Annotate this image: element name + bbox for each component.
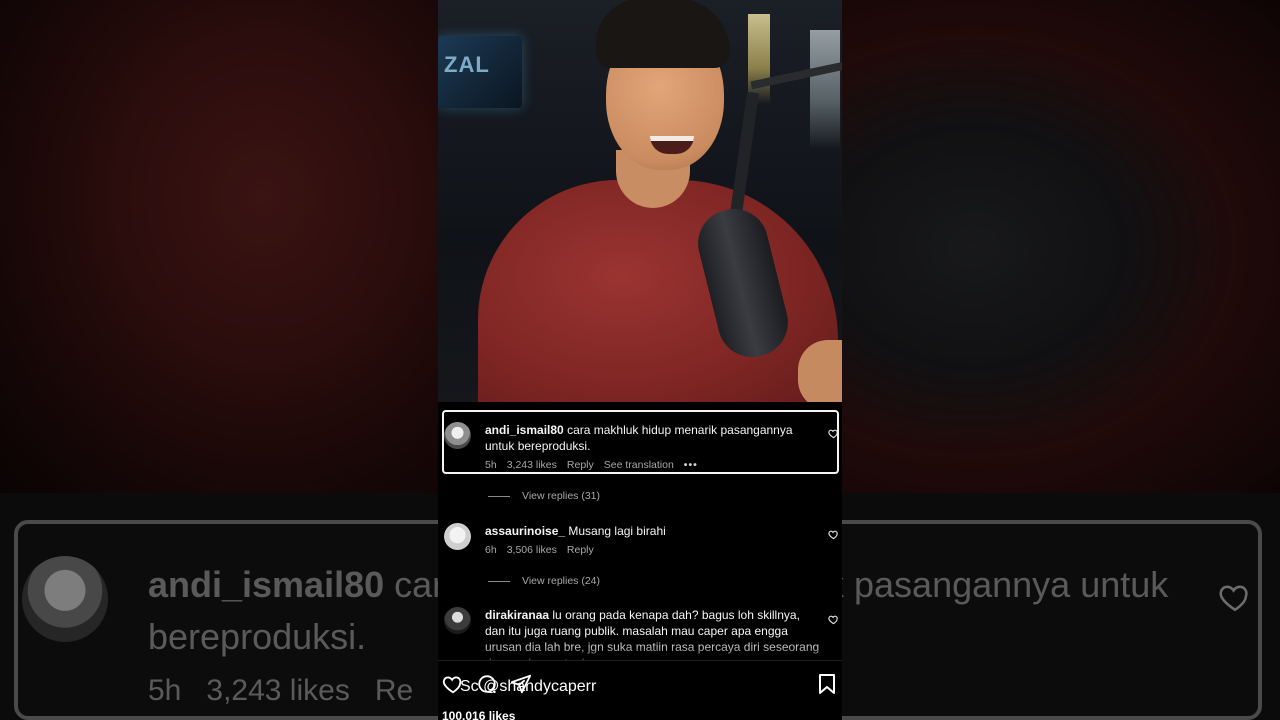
zoomed-comment-line-2: bereproduksi.: [148, 616, 367, 657]
comment-age: 6h: [485, 544, 497, 556]
comment-username[interactable]: assaurinoise_: [485, 524, 565, 538]
video-frame[interactable]: ZAL: [438, 0, 842, 402]
comment-username[interactable]: andi_ismail80: [485, 423, 564, 437]
creator-watermark: Sc @shandycaperr: [460, 678, 597, 695]
reply-button[interactable]: Reply: [567, 459, 594, 471]
background-lamp: [748, 14, 770, 104]
blurred-video-frame: [0, 0, 438, 493]
screen: andi_ismail80 car bereproduksi. 5h 3,243…: [0, 0, 1280, 720]
comment-body: Musang lagi birahi: [568, 524, 666, 538]
blurred-background-right: k pasangannya untuk: [842, 0, 1280, 720]
zoomed-comment-line: andi_ismail80 car: [148, 564, 438, 606]
reply-button[interactable]: Reply: [567, 544, 594, 556]
neon-sign: ZAL: [438, 36, 522, 108]
zoomed-comment-card: k pasangannya untuk: [842, 520, 1262, 720]
zoomed-username: andi_ismail80: [148, 564, 385, 605]
replies-divider: [488, 495, 510, 497]
view-replies-button[interactable]: View replies (24): [488, 575, 600, 587]
zoomed-avatar: [22, 556, 108, 642]
avatar[interactable]: [444, 607, 471, 634]
zoomed-heart-icon: [1218, 580, 1252, 614]
blurred-video-frame: [842, 0, 1280, 493]
comment-meta: 6h 3,506 likes Reply: [485, 544, 604, 556]
comment-text: andi_ismail80 cara makhluk hidup menarik…: [485, 422, 820, 454]
see-translation-link[interactable]: See translation: [604, 459, 674, 471]
view-replies-label: View replies (31): [522, 490, 601, 502]
avatar[interactable]: [444, 523, 471, 550]
zoomed-likes: 3,243 likes: [206, 674, 350, 707]
zoomed-age: 5h: [148, 674, 182, 707]
comment-like-heart-icon[interactable]: [827, 614, 839, 626]
person-shirt: [478, 180, 838, 402]
zoomed-reply: Re: [374, 674, 414, 707]
person-hair: [596, 0, 730, 68]
background-light: [810, 30, 840, 150]
likes-count[interactable]: 100,016 likes: [442, 709, 515, 720]
comment-age: 5h: [485, 459, 497, 471]
comment-likes[interactable]: 3,243 likes: [507, 459, 557, 471]
zoomed-text-fragment: car: [394, 564, 438, 605]
zoomed-comment-card: andi_ismail80 car bereproduksi. 5h 3,243…: [14, 520, 438, 720]
avatar[interactable]: [444, 422, 471, 449]
reel-column: ZAL andi_ismail80 cara makhluk hidup men…: [438, 0, 842, 720]
comment-likes[interactable]: 3,506 likes: [507, 544, 557, 556]
comment-text: assaurinoise_ Musang lagi birahi: [485, 523, 820, 539]
more-options-icon[interactable]: •••: [684, 459, 698, 471]
neon-sign-text: ZAL: [444, 52, 490, 77]
comment-like-heart-icon[interactable]: [827, 529, 839, 541]
replies-divider: [488, 580, 510, 582]
bookmark-icon[interactable]: [816, 673, 838, 695]
view-replies-button[interactable]: View replies (31): [488, 490, 600, 502]
comment-like-heart-icon[interactable]: [827, 428, 839, 440]
blurred-background-left: andi_ismail80 car bereproduksi. 5h 3,243…: [0, 0, 438, 720]
comment-meta: 5h 3,243 likes Reply See translation •••: [485, 459, 708, 471]
comment-username[interactable]: dirakiranaa: [485, 608, 549, 622]
person-arm: [798, 340, 842, 402]
zoomed-text-fragment-right: k pasangannya untuk: [842, 564, 1169, 605]
view-replies-label: View replies (24): [522, 575, 601, 587]
zoomed-meta: 5h 3,243 likes Re: [148, 674, 413, 708]
action-bar: Sc @shandycaperr 100,016 likes: [438, 660, 842, 720]
